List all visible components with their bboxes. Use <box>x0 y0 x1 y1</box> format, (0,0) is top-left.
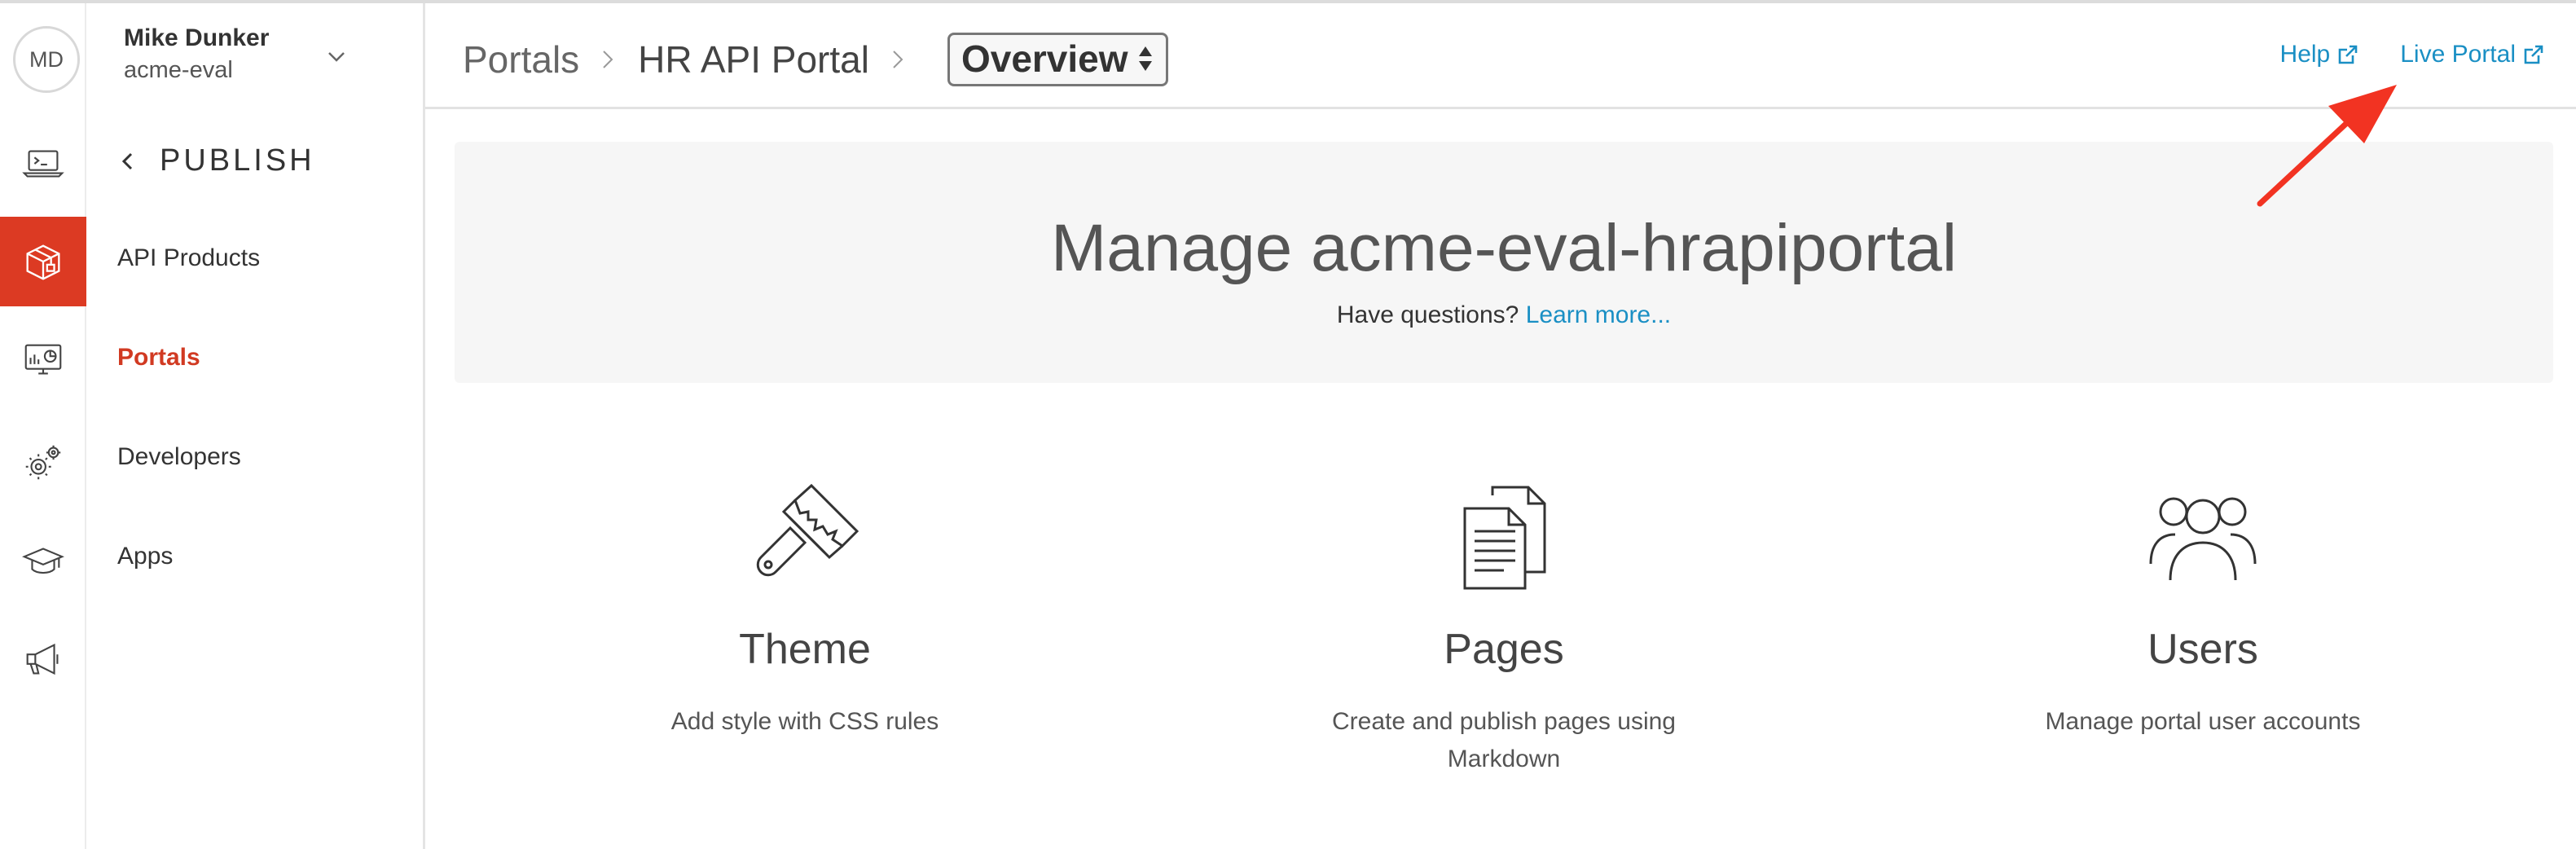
avatar[interactable]: MD <box>13 26 80 93</box>
users-icon <box>2149 497 2257 581</box>
section-title: PUBLISH <box>160 143 315 178</box>
card-title: Pages <box>1444 626 1564 673</box>
card-users[interactable]: Users Manage portal user accounts <box>1975 481 2431 741</box>
user-org: acme-eval <box>124 57 233 83</box>
rail-item-analyze[interactable] <box>0 316 86 406</box>
breadcrumb: Portals HR API Portal Overview <box>463 33 1168 86</box>
help-link-label: Help <box>2279 41 2331 68</box>
welcome-banner: Manage acme-eval-hrapiportal Have questi… <box>455 142 2553 383</box>
view-select[interactable]: Overview <box>947 33 1168 86</box>
card-description: Add style with CSS rules <box>670 708 939 735</box>
rail-item-develop[interactable] <box>0 119 86 209</box>
learn-more-link[interactable]: Learn more... <box>1526 301 1671 328</box>
gears-icon <box>25 445 61 480</box>
breadcrumb-portals[interactable]: Portals <box>463 37 579 81</box>
card-description: Create and publish pages using Markdown <box>1332 708 1676 772</box>
app-root: MD Mike Dunker acme-eval PUBLISH API Pro… <box>0 0 2576 849</box>
external-link-icon <box>2338 45 2358 64</box>
header-links: Help Live Portal <box>2280 41 2545 68</box>
live-portal-link[interactable]: Live Portal <box>2400 41 2545 68</box>
card-theme[interactable]: Theme Add style with CSS rules <box>577 481 1033 741</box>
icon-rail: MD <box>0 3 86 849</box>
terminal-laptop-icon <box>22 150 64 178</box>
rail-item-learn[interactable] <box>0 517 86 606</box>
view-select-value: Overview <box>961 37 1128 80</box>
chevron-down-icon[interactable] <box>324 44 349 68</box>
nav-item-api-products[interactable]: API Products <box>117 244 260 272</box>
breadcrumb-separator-icon <box>893 51 903 68</box>
banner-title: Manage acme-eval-hrapiportal <box>1050 211 1958 285</box>
select-arrows-icon <box>1138 46 1152 71</box>
secondary-nav: Mike Dunker acme-eval PUBLISH API Produc… <box>86 3 425 849</box>
banner-question: Have questions? <box>1336 301 1519 328</box>
rail-item-admin[interactable] <box>0 417 86 507</box>
user-menu[interactable]: Mike Dunker acme-eval <box>124 24 345 84</box>
live-portal-link-label: Live Portal <box>2400 41 2516 68</box>
banner-subtitle: Have questions? Learn more... <box>455 301 2553 329</box>
card-title: Users <box>2147 626 2258 673</box>
card-description: Manage portal user accounts <box>2045 708 2361 735</box>
card-pages[interactable]: Pages Create and publish pages using Mar… <box>1276 481 1732 778</box>
nav-item-portals[interactable]: Portals <box>117 344 200 372</box>
card-title: Theme <box>739 626 871 673</box>
annotation-arrow <box>2257 85 2397 207</box>
paintbrush-icon <box>756 483 859 577</box>
external-link-icon <box>2524 45 2543 64</box>
documents-icon <box>1463 486 1546 590</box>
nav-item-apps[interactable]: Apps <box>117 543 173 570</box>
section-back-publish[interactable]: PUBLISH <box>116 143 315 178</box>
rail-item-announcements[interactable] <box>0 614 86 704</box>
package-icon <box>26 244 60 280</box>
breadcrumb-separator-icon <box>603 51 613 68</box>
rail-item-publish[interactable] <box>0 217 86 306</box>
chevron-left-icon <box>121 152 133 169</box>
user-name: Mike Dunker <box>124 24 270 51</box>
monitor-chart-icon <box>24 344 62 375</box>
nav-item-developers[interactable]: Developers <box>117 443 241 471</box>
breadcrumb-hr-api-portal[interactable]: HR API Portal <box>638 37 869 81</box>
graduation-cap-icon <box>22 548 64 574</box>
help-link[interactable]: Help <box>2280 41 2360 68</box>
megaphone-icon <box>26 643 59 675</box>
